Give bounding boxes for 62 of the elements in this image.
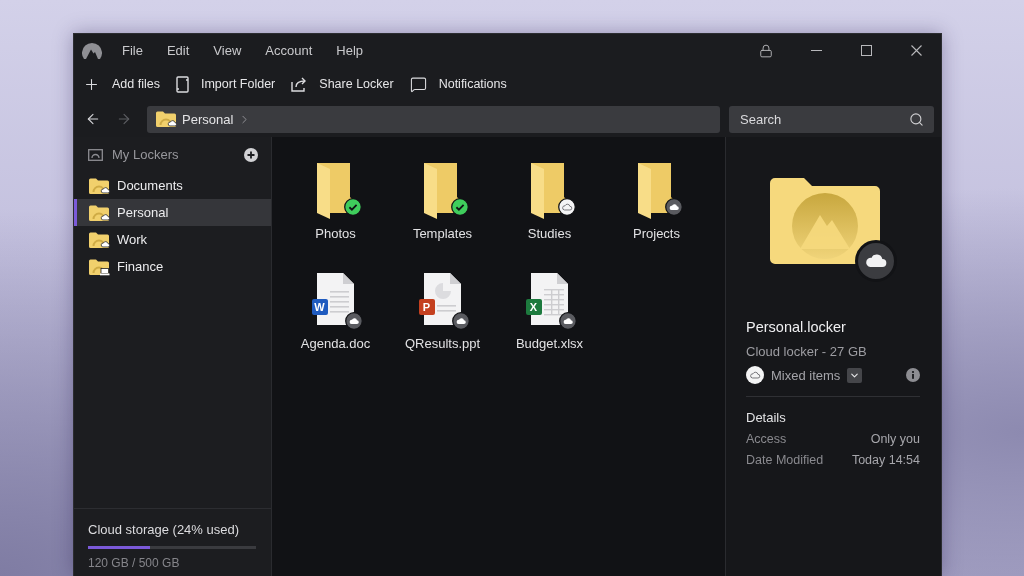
sidebar-item[interactable]: Work: [74, 226, 271, 253]
sidebar-item[interactable]: Personal: [74, 199, 271, 226]
mountain-logo-icon: [82, 42, 102, 59]
menu-item[interactable]: View: [201, 39, 254, 62]
speech-bubble-icon: [409, 75, 427, 93]
notifications-button[interactable]: Notifications: [404, 71, 512, 97]
folder-icon: [88, 257, 110, 276]
property-value: Only you: [870, 431, 920, 448]
app-badge: P: [418, 299, 435, 315]
cloud-outline-icon: [746, 366, 764, 384]
file-name: Studies: [527, 226, 572, 242]
add-circle-icon[interactable]: [244, 147, 258, 162]
share-icon: [291, 76, 308, 92]
import-folder-button[interactable]: Import Folder: [170, 71, 281, 97]
property-label: Access: [746, 431, 787, 448]
file-name: QResults.ppt: [404, 336, 481, 352]
section-title: My Lockers: [112, 147, 180, 162]
folder-icon: [88, 203, 110, 222]
folder-icon[interactable]: [316, 163, 354, 219]
locker-title: Personal.locker: [746, 318, 847, 336]
cloud-badge-icon: [855, 240, 897, 282]
breadcrumb-item[interactable]: Personal: [182, 111, 234, 127]
menu-item[interactable]: Help: [324, 39, 376, 62]
folder-icon: [88, 176, 110, 195]
storage-reading: 120 GB / 500 GB: [88, 556, 181, 570]
close-icon: [910, 45, 922, 56]
file-name: Agenda.doc: [300, 336, 371, 352]
search-icon: [909, 111, 924, 127]
address-bar[interactable]: Personal: [147, 105, 720, 133]
sidebar-item[interactable]: Documents: [74, 172, 271, 199]
folder-icon: [88, 230, 110, 249]
maximize-icon: [860, 45, 872, 56]
menu-item[interactable]: Account: [253, 39, 325, 62]
lock-icon: [759, 43, 773, 58]
minimize-icon: [810, 50, 822, 51]
property-label: Date Modified: [746, 452, 824, 469]
section-heading: Details: [746, 409, 787, 427]
file-name: Photos: [315, 226, 356, 242]
app-badge: W: [311, 299, 328, 315]
box-icon: [88, 148, 103, 161]
info-icon[interactable]: [906, 368, 920, 382]
folder-icon[interactable]: [530, 163, 568, 219]
folder-icon: [155, 110, 177, 128]
sidebar-item[interactable]: Finance: [74, 253, 271, 280]
tablet-icon: [175, 75, 189, 93]
storage-label: Cloud storage (24% used): [88, 522, 241, 538]
share-button[interactable]: Share Locker: [286, 72, 399, 96]
folder-icon[interactable]: [637, 163, 675, 219]
menu-item[interactable]: File: [110, 39, 155, 62]
folder-icon[interactable]: [423, 163, 461, 219]
locker-subtitle: Cloud locker - 27 GB: [746, 343, 868, 361]
search-field[interactable]: Search: [729, 105, 934, 133]
menu-item[interactable]: Edit: [154, 39, 202, 62]
dropdown-button[interactable]: [847, 367, 863, 383]
file-name: Templates: [412, 226, 473, 242]
app-badge: X: [525, 299, 542, 315]
folder-icon: [770, 178, 880, 264]
file-name: Projects: [633, 226, 680, 242]
file-name: Budget.xlsx: [515, 336, 584, 352]
add-files-button[interactable]: Add files: [78, 71, 165, 97]
property-value: Today 14:54: [851, 452, 920, 469]
availability-label: Mixed items: [771, 367, 841, 383]
